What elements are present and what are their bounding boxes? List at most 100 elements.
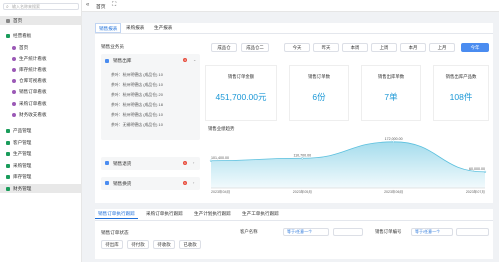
- status-pending-receipt[interactable]: 待收款: [153, 240, 175, 249]
- data-label: 101,400.00: [211, 156, 229, 160]
- list-item[interactable]: 茶叶：杭州明德店 (成品仓) 10: [111, 82, 163, 88]
- page-icon: [12, 56, 16, 61]
- data-point[interactable]: [483, 170, 487, 174]
- sidebar-item-14[interactable]: 财务管理: [0, 184, 82, 193]
- sidebar-item-label: 产品管理: [13, 127, 32, 133]
- order-status-title: 销售订单状态: [101, 230, 129, 235]
- x-tick-label: 2023年06月: [384, 189, 403, 194]
- sidebar-item-11[interactable]: 生产管理: [0, 149, 82, 158]
- sidebar-item-6[interactable]: 销售订单看板: [0, 87, 82, 96]
- period-last-month[interactable]: 上月: [429, 43, 455, 52]
- stat-card-products: 销售出库产品数 108件: [433, 65, 489, 121]
- sidebar-item-1[interactable]: 经营看板: [0, 31, 82, 40]
- home-icon: [6, 18, 10, 23]
- period-last-week[interactable]: 上周: [371, 43, 397, 52]
- order-number-select[interactable]: 等于/任意一个: [411, 228, 453, 236]
- stat-value: 6份: [312, 92, 326, 102]
- sidebar-item-label: 经营看板: [13, 32, 32, 38]
- group-sales-return[interactable]: 销售退货 1 ›: [101, 157, 200, 170]
- group-sales-out[interactable]: 销售出库 4 ⌄ 茶叶：杭州明德店 (成品仓) 10 茶叶：杭州明德店 (成品仓…: [101, 54, 200, 140]
- stat-value: 7单: [384, 92, 398, 102]
- sidebar-item-label: 首页: [19, 44, 29, 50]
- sidebar-item-0[interactable]: 首页: [0, 16, 82, 25]
- tab-purchase-order-tracking[interactable]: 采购订单执行跟踪: [143, 209, 186, 219]
- sidebar-search[interactable]: ⌕: [3, 3, 79, 10]
- stat-card-outbound: 销售出库单数 7单: [361, 65, 421, 121]
- search-input[interactable]: [12, 4, 78, 9]
- sidebar-item-3[interactable]: 生产统计看板: [0, 54, 82, 63]
- period-yesterday[interactable]: 昨天: [313, 43, 339, 52]
- customer-input[interactable]: [333, 228, 363, 236]
- list-item[interactable]: 茶叶：杭州明德店 (成品仓) 20: [111, 92, 163, 98]
- stat-label: 销售订单数: [308, 74, 330, 79]
- list-item[interactable]: 茶叶：无锡明德店 (成品仓) 10: [111, 122, 163, 128]
- period-today[interactable]: 今天: [284, 43, 310, 52]
- chevron-right-icon[interactable]: ›: [193, 160, 194, 165]
- sidebar-item-2[interactable]: 首页: [0, 43, 82, 52]
- group-icon: [105, 59, 109, 63]
- stat-value: 108件: [449, 92, 473, 102]
- status-received[interactable]: 已收款: [179, 240, 201, 249]
- sidebar-item-13[interactable]: 库存管理: [0, 172, 82, 181]
- status-pending-payment[interactable]: 待付款: [127, 240, 149, 249]
- customer-select-value: 等于/任意一个: [287, 229, 313, 234]
- sidebar-item-7[interactable]: 采购订单看板: [0, 99, 82, 108]
- tab-work-order-tracking[interactable]: 生产工单执行跟踪: [239, 209, 282, 219]
- group-icon: [105, 181, 109, 185]
- sidebar-item-12[interactable]: 采购管理: [0, 161, 82, 170]
- list-item[interactable]: 茶叶：杭州明德店 (成品仓) 10: [111, 72, 163, 78]
- group-name: 销售退货: [113, 160, 132, 166]
- data-point[interactable]: [392, 140, 395, 143]
- tab-divider: [95, 220, 493, 221]
- order-number-input[interactable]: [456, 228, 489, 236]
- sidebar-item-label: 首页: [13, 17, 23, 23]
- top-bar: « 首页 ⛶: [82, 0, 499, 12]
- folder-icon: [6, 128, 10, 133]
- period-this-week[interactable]: 本周: [342, 43, 368, 52]
- list-item[interactable]: 茶叶：杭州明德店 (成品仓) 18: [111, 102, 163, 108]
- list-item[interactable]: 茶叶：杭州明德店 (成品仓) 10: [111, 112, 163, 118]
- chevron-down-icon[interactable]: ⌄: [193, 57, 196, 62]
- stat-card-orders: 销售订单数 6份: [289, 65, 349, 121]
- fullscreen-icon[interactable]: ⛶: [112, 2, 116, 9]
- stat-label: 销售出库产品数: [445, 74, 477, 79]
- status-pending-outbound[interactable]: 待出库: [101, 240, 123, 249]
- page-icon: [12, 78, 16, 83]
- sidebar-item-5[interactable]: 仓库可视看板: [0, 76, 82, 85]
- sidebar-item-label: 生产管理: [13, 150, 32, 156]
- data-label: 60,000.00: [469, 167, 485, 171]
- sidebar-item-9[interactable]: 产品管理: [0, 126, 82, 135]
- sidebar-item-8[interactable]: 财务收支看板: [0, 110, 82, 119]
- data-label: 110,700.00: [293, 153, 311, 157]
- tab-sales-order-tracking[interactable]: 销售订单执行跟踪: [95, 209, 138, 219]
- x-tick-label: 2023年07月: [466, 189, 485, 194]
- stat-value: 451,700.00元: [215, 92, 267, 102]
- trend-chart: 101,400.00 2023年04月 110,700.00 2023年05月 172,…: [209, 137, 487, 194]
- sidebar-item-label: 财务管理: [13, 185, 32, 191]
- chevron-right-icon[interactable]: ›: [193, 180, 194, 185]
- period-this-month[interactable]: 本月: [400, 43, 426, 52]
- tab-purchase-report[interactable]: 采购报表: [123, 23, 147, 33]
- chart-title: 销售业绩趋势: [208, 126, 235, 131]
- warehouse-button-2[interactable]: 成品仓二: [241, 43, 269, 52]
- tab-production-report[interactable]: 生产报表: [151, 23, 175, 33]
- customer-select[interactable]: 等于/任意一个: [283, 228, 329, 236]
- stat-label: 销售出库单数: [377, 74, 405, 79]
- data-point[interactable]: [209, 159, 213, 162]
- tab-production-plan-tracking[interactable]: 生产计划执行跟踪: [191, 209, 234, 219]
- group-sales-exchange[interactable]: 销售换货 1 ›: [101, 177, 200, 190]
- tab-sales-report[interactable]: 销售报表: [95, 23, 122, 33]
- sidebar-item-4[interactable]: 库存统计看板: [0, 65, 82, 74]
- sidebar-item-label: 客户管理: [13, 139, 32, 145]
- sidebar-item-10[interactable]: 客户管理: [0, 138, 82, 147]
- sidebar-item-label: 财务收支看板: [19, 111, 47, 117]
- stat-card-amount: 销售订单金额 451,700.00元: [205, 65, 277, 121]
- folder-icon: [6, 174, 10, 179]
- collapse-icon[interactable]: «: [86, 2, 89, 8]
- folder-icon: [6, 151, 10, 156]
- x-tick-label: 2023年05月: [293, 189, 312, 194]
- data-point[interactable]: [301, 157, 304, 160]
- period-this-year[interactable]: 今年: [461, 43, 489, 52]
- warehouse-button-1[interactable]: 成品仓: [211, 43, 237, 52]
- order-number-label: 销售订单编号: [375, 229, 402, 234]
